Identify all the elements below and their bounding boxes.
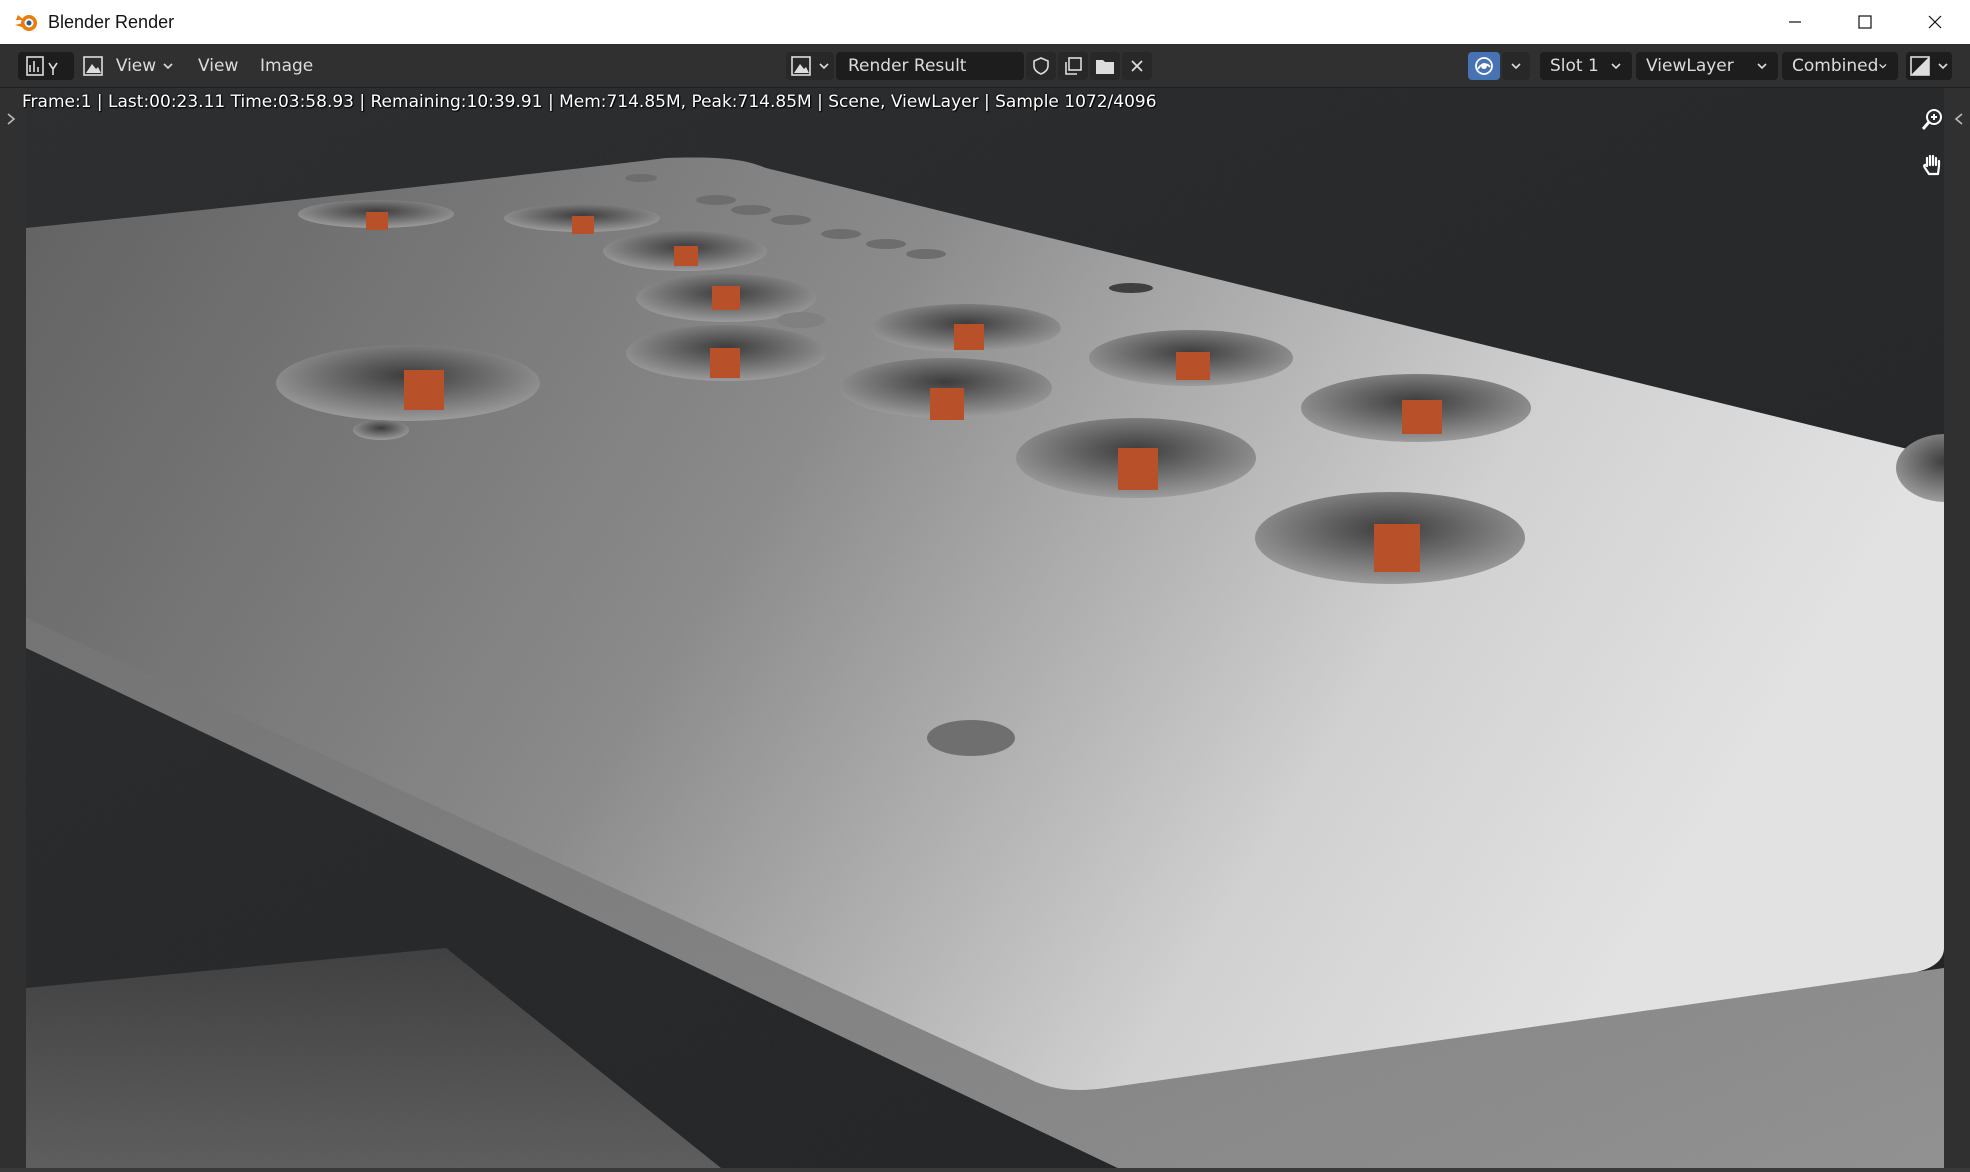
menu-image[interactable]: Image bbox=[252, 52, 321, 80]
display-channels-dropdown[interactable] bbox=[1906, 52, 1952, 80]
display-channels-icon bbox=[1910, 56, 1930, 76]
fake-user-button[interactable] bbox=[1026, 52, 1056, 80]
slot-label: Slot 1 bbox=[1550, 56, 1599, 76]
render-slot-icon bbox=[1475, 57, 1493, 75]
close-button[interactable] bbox=[1900, 0, 1970, 44]
image-editor-icon bbox=[26, 56, 58, 76]
sidebar-collapsed[interactable] bbox=[1944, 88, 1970, 1172]
view-layer-dropdown[interactable]: ViewLayer bbox=[1636, 52, 1778, 80]
view-mode-dropdown[interactable]: View bbox=[78, 52, 178, 80]
chevron-down-icon bbox=[1938, 63, 1948, 70]
duplicate-icon bbox=[1065, 57, 1082, 75]
close-icon bbox=[1131, 60, 1143, 72]
window-title: Blender Render bbox=[48, 11, 175, 32]
zoom-icon bbox=[1921, 109, 1942, 130]
view-mode-label: View bbox=[115, 56, 157, 76]
image-editor-header: View View Image Render Result Slot 1 Vie… bbox=[0, 44, 1970, 88]
shield-icon bbox=[1033, 57, 1049, 75]
minimize-icon bbox=[1789, 21, 1801, 23]
render-region-toggle[interactable] bbox=[1468, 52, 1500, 80]
editor-type-button[interactable] bbox=[18, 52, 74, 80]
chevron-down-icon bbox=[1511, 63, 1521, 70]
folder-icon bbox=[1096, 60, 1114, 74]
window-titlebar: Blender Render bbox=[0, 0, 1970, 44]
chevron-down-icon bbox=[163, 63, 173, 70]
image-name-field[interactable]: Render Result bbox=[836, 52, 1024, 80]
maximize-button[interactable] bbox=[1830, 0, 1900, 44]
close-icon bbox=[1928, 15, 1942, 29]
chevron-right-icon bbox=[7, 113, 16, 125]
hand-icon bbox=[1923, 154, 1941, 176]
chevron-down-icon bbox=[1611, 63, 1621, 70]
render-pass-label: Combined bbox=[1792, 56, 1879, 76]
image-browse-icon bbox=[791, 56, 811, 76]
menu-view[interactable]: View bbox=[190, 52, 246, 80]
chevron-down-icon bbox=[1879, 63, 1887, 69]
window-bottom-edge bbox=[0, 1168, 1970, 1172]
image-icon bbox=[83, 56, 103, 76]
chevron-down-icon bbox=[819, 63, 829, 70]
open-image-button[interactable] bbox=[1090, 52, 1120, 80]
render-pass-dropdown[interactable]: Combined bbox=[1782, 52, 1898, 80]
toolbar-collapsed[interactable] bbox=[0, 88, 26, 1172]
browse-image-button[interactable] bbox=[786, 52, 834, 80]
chevron-left-icon bbox=[1954, 113, 1963, 125]
minimize-button[interactable] bbox=[1760, 0, 1830, 44]
render-region-dropdown[interactable] bbox=[1502, 52, 1530, 80]
slot-dropdown[interactable]: Slot 1 bbox=[1540, 52, 1632, 80]
maximize-icon bbox=[1858, 15, 1872, 29]
new-image-button[interactable] bbox=[1058, 52, 1088, 80]
chevron-down-icon bbox=[1757, 63, 1767, 70]
blender-logo-icon bbox=[15, 15, 37, 31]
image-viewport[interactable]: Frame:1 | Last:00:23.11 Time:03:58.93 | … bbox=[0, 88, 1970, 1172]
view-layer-label: ViewLayer bbox=[1646, 56, 1734, 76]
unlink-image-button[interactable] bbox=[1122, 52, 1152, 80]
render-stats: Frame:1 | Last:00:23.11 Time:03:58.93 | … bbox=[22, 92, 1157, 112]
render-result-image bbox=[26, 88, 1944, 1172]
